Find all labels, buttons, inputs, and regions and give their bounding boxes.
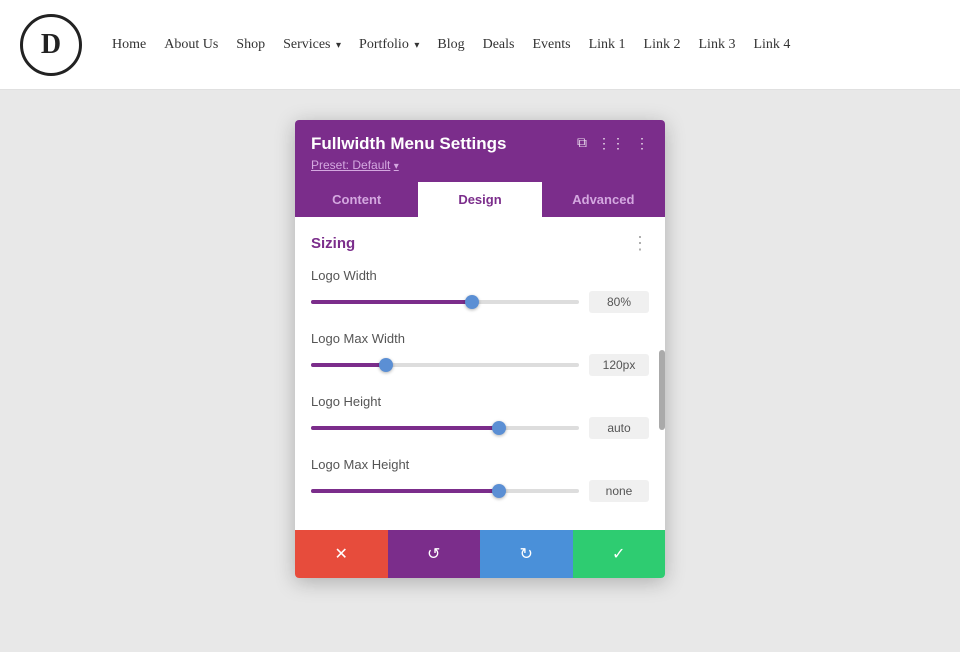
logo-max-width-value[interactable] xyxy=(589,354,649,376)
nav-services[interactable]: Services ▾ xyxy=(283,37,341,53)
tab-content[interactable]: Content xyxy=(295,182,418,217)
nav-portfolio[interactable]: Portfolio ▾ xyxy=(359,37,419,53)
logo-width-group: Logo Width xyxy=(311,268,649,313)
preset-arrow-icon: ▾ xyxy=(394,161,399,172)
nav-about[interactable]: About Us xyxy=(164,37,218,53)
nav-links: Home About Us Shop Services ▾ Portfolio … xyxy=(112,37,790,53)
logo-width-track[interactable] xyxy=(311,300,579,304)
panel-actions: ✕ ↺ ↻ ✓ xyxy=(295,530,665,578)
logo-max-width-track[interactable] xyxy=(311,363,579,367)
nav-deals[interactable]: Deals xyxy=(483,37,515,53)
tab-advanced[interactable]: Advanced xyxy=(542,182,665,217)
logo-max-height-value[interactable] xyxy=(589,480,649,502)
nav-link2[interactable]: Link 2 xyxy=(644,37,681,53)
logo-max-width-row xyxy=(311,354,649,376)
panel-preset[interactable]: Preset: Default ▾ xyxy=(311,158,649,172)
panel-body: Sizing ⋮ Logo Width Logo xyxy=(295,217,665,530)
logo-height-track[interactable] xyxy=(311,426,579,430)
logo-max-width-group: Logo Max Width xyxy=(311,331,649,376)
nav-link1[interactable]: Link 1 xyxy=(589,37,626,53)
logo-max-height-group: Logo Max Height xyxy=(311,457,649,502)
close-button[interactable]: ✕ xyxy=(295,530,388,578)
nav-link3[interactable]: Link 3 xyxy=(699,37,736,53)
section-header: Sizing ⋮ xyxy=(311,233,649,254)
logo-height-fill xyxy=(311,426,499,430)
logo-max-height-label: Logo Max Height xyxy=(311,457,649,472)
logo-max-width-fill xyxy=(311,363,386,367)
logo-max-height-row xyxy=(311,480,649,502)
logo-width-row xyxy=(311,291,649,313)
logo-width-value[interactable] xyxy=(589,291,649,313)
logo-height-label: Logo Height xyxy=(311,394,649,409)
logo-height-group: Logo Height xyxy=(311,394,649,439)
logo-width-label: Logo Width xyxy=(311,268,649,283)
expand-icon[interactable]: ⧉ xyxy=(577,136,587,152)
tab-design[interactable]: Design xyxy=(418,182,541,217)
logo-height-thumb[interactable] xyxy=(492,421,506,435)
logo-letter: D xyxy=(41,29,61,61)
section-title: Sizing xyxy=(311,235,355,252)
more-icon[interactable]: ⋮ xyxy=(635,136,649,153)
nav-home[interactable]: Home xyxy=(112,37,146,53)
scrollbar[interactable] xyxy=(659,350,665,430)
nav-link4[interactable]: Link 4 xyxy=(753,37,790,53)
logo-max-height-fill xyxy=(311,489,499,493)
panel-header: Fullwidth Menu Settings ⧉ ⋮⋮ ⋮ Preset: D… xyxy=(295,120,665,182)
logo-max-height-thumb[interactable] xyxy=(492,484,506,498)
main-area: 1 2 Fullwidth Menu Settings ⧉ ⋮⋮ ⋮ Prese… xyxy=(0,90,960,652)
logo-max-width-label: Logo Max Width xyxy=(311,331,649,346)
columns-icon[interactable]: ⋮⋮ xyxy=(597,136,625,153)
nav-blog[interactable]: Blog xyxy=(437,37,464,53)
panel-icons: ⧉ ⋮⋮ ⋮ xyxy=(577,136,649,153)
nav-shop[interactable]: Shop xyxy=(236,37,265,53)
site-logo: D xyxy=(20,14,82,76)
section-menu-icon[interactable]: ⋮ xyxy=(631,233,649,254)
panel-tabs: Content Design Advanced xyxy=(295,182,665,217)
confirm-button[interactable]: ✓ xyxy=(573,530,666,578)
undo-button[interactable]: ↺ xyxy=(388,530,481,578)
redo-button[interactable]: ↻ xyxy=(480,530,573,578)
logo-width-thumb[interactable] xyxy=(465,295,479,309)
logo-max-width-thumb[interactable] xyxy=(379,358,393,372)
logo-height-value[interactable] xyxy=(589,417,649,439)
navbar: D Home About Us Shop Services ▾ Portfoli… xyxy=(0,0,960,90)
logo-height-row xyxy=(311,417,649,439)
nav-events[interactable]: Events xyxy=(532,37,570,53)
settings-panel: Fullwidth Menu Settings ⧉ ⋮⋮ ⋮ Preset: D… xyxy=(295,120,665,578)
logo-width-fill xyxy=(311,300,472,304)
panel-title: Fullwidth Menu Settings xyxy=(311,134,506,154)
logo-max-height-track[interactable] xyxy=(311,489,579,493)
